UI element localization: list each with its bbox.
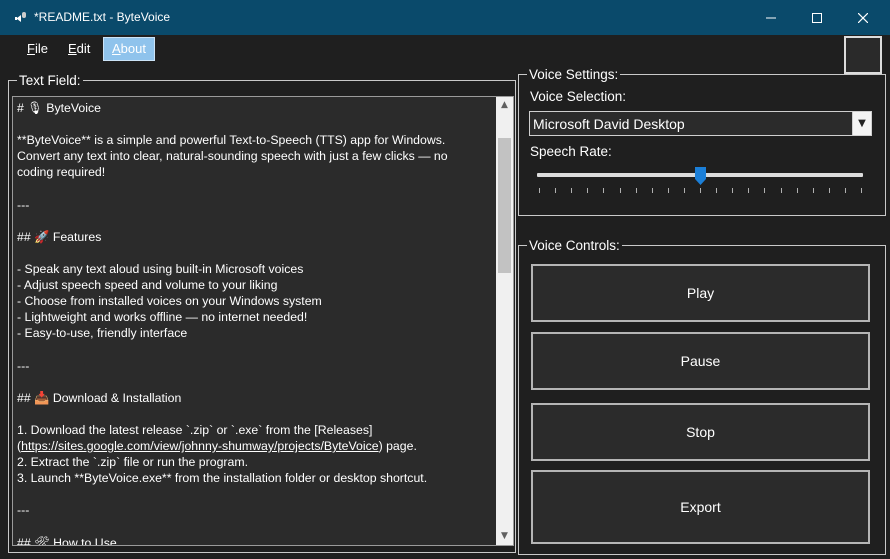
slider-tick	[571, 188, 573, 193]
voice-select[interactable]: Microsoft David Desktop ▼	[529, 111, 872, 136]
editor-line: (https://sites.google.com/view/johnny-sh…	[17, 438, 417, 453]
window-title: *README.txt - ByteVoice	[34, 10, 171, 24]
scroll-thumb[interactable]	[498, 138, 511, 273]
slider-tick	[667, 188, 669, 193]
speech-rate-label: Speech Rate:	[530, 144, 612, 159]
menu-edit[interactable]: Edit	[60, 38, 98, 60]
editor-line: - Adjust speech speed and volume to your…	[17, 278, 278, 293]
slider-tick	[700, 188, 701, 193]
slider-tick	[635, 188, 637, 193]
editor-line: ---	[17, 503, 30, 518]
slider-tick	[555, 188, 557, 193]
menu-file[interactable]: File	[19, 38, 56, 60]
editor-line: ## 🛠 How to Use	[17, 535, 117, 546]
close-icon	[858, 12, 868, 23]
voice-controls-legend: Voice Controls:	[529, 238, 620, 253]
slider-tick	[780, 188, 782, 193]
editor-line: ## 📥 Download & Installation	[17, 390, 182, 405]
voice-settings-legend: Voice Settings:	[529, 67, 619, 82]
menu-about[interactable]: About	[103, 37, 155, 61]
slider-tick	[764, 188, 766, 193]
vertical-scrollbar[interactable]: ▲ ▼	[496, 97, 513, 545]
editor-line: - Choose from installed voices on your W…	[17, 294, 322, 309]
speech-rate-ticks	[539, 188, 862, 193]
editor-line: # 🎙 ByteVoice	[17, 101, 101, 115]
minimize-button[interactable]	[748, 0, 794, 35]
slider-tick	[861, 188, 862, 193]
editor-line: 2. Extract the `.zip` file or run the pr…	[17, 455, 248, 470]
slider-tick	[603, 188, 605, 193]
maximize-icon	[812, 12, 822, 23]
maximize-button[interactable]	[794, 0, 840, 35]
editor-line: - Easy-to-use, friendly interface	[17, 326, 188, 341]
editor-line: 3. Launch **ByteVoice.exe** from the ins…	[17, 471, 428, 486]
slider-tick	[844, 188, 846, 193]
editor-line: - Lightweight and works offline — no int…	[17, 310, 308, 325]
slider-tick	[683, 188, 685, 193]
slider-tick	[587, 188, 589, 193]
voice-select-value: Microsoft David Desktop	[533, 116, 685, 132]
editor-content[interactable]: # 🎙 ByteVoice **ByteVoice** is a simple …	[17, 100, 495, 546]
editor-line: 1. Download the latest release `.zip` or…	[17, 422, 373, 437]
scroll-down-icon[interactable]: ▼	[496, 528, 513, 545]
pause-button[interactable]: Pause	[531, 332, 870, 390]
text-editor[interactable]: # 🎙 ByteVoice **ByteVoice** is a simple …	[12, 96, 514, 546]
slider-tick	[539, 188, 540, 193]
editor-line: ---	[17, 197, 30, 212]
editor-line: **ByteVoice** is a simple and powerful T…	[17, 133, 446, 148]
slider-tick	[796, 188, 798, 193]
editor-line: ## 🚀 Features	[17, 229, 102, 244]
slider-tick	[748, 188, 750, 193]
bytevoice-app-icon	[15, 12, 26, 22]
play-button[interactable]: Play	[531, 264, 870, 322]
slider-tick	[716, 188, 718, 193]
chevron-down-icon[interactable]: ▼	[852, 112, 871, 135]
voice-selection-label: Voice Selection:	[530, 89, 627, 104]
text-field-legend: Text Field:	[19, 73, 81, 88]
close-button[interactable]	[840, 0, 886, 35]
title-bar: *README.txt - ByteVoice	[0, 0, 890, 35]
scroll-up-icon[interactable]: ▲	[496, 97, 513, 114]
speech-rate-slider-thumb[interactable]	[694, 167, 706, 185]
slider-tick	[619, 188, 621, 193]
editor-line: Convert any text into clear, natural-sou…	[17, 149, 448, 164]
slider-tick	[651, 188, 653, 193]
minimize-icon	[766, 17, 776, 18]
releases-link: https://sites.google.com/view/johnny-shu…	[21, 438, 379, 453]
editor-line: ---	[17, 358, 30, 373]
editor-line: coding required!	[17, 165, 106, 180]
slider-tick	[812, 188, 814, 193]
stop-button[interactable]: Stop	[531, 403, 870, 461]
editor-line: - Speak any text aloud using built-in Mi…	[17, 261, 304, 276]
slider-tick	[732, 188, 734, 193]
export-button[interactable]: Export	[531, 470, 870, 544]
slider-tick	[828, 188, 830, 193]
